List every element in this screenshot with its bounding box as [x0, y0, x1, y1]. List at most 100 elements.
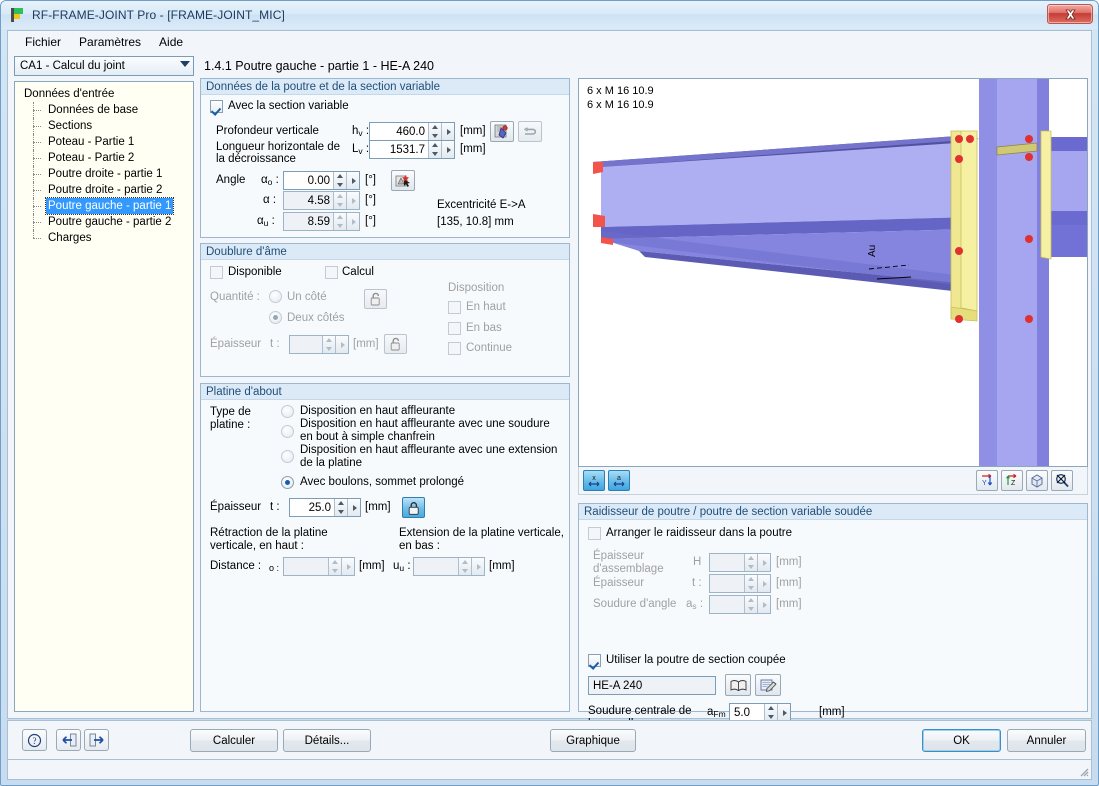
- field-depth[interactable]: 460.0: [369, 122, 455, 141]
- viewport-toolbar: x a Y: [578, 467, 1088, 495]
- spinner-angle: [333, 192, 346, 209]
- calculate-button[interactable]: Calculer: [190, 729, 278, 752]
- label-distance: Distance :: [210, 560, 261, 572]
- spinner-depth[interactable]: [428, 123, 441, 140]
- locked-padlock-icon[interactable]: [402, 497, 425, 518]
- viewport-3d[interactable]: 6 x M 16 10.9 6 x M 16 10.9 Au: [578, 78, 1088, 467]
- subscript-u: u: [399, 563, 404, 573]
- load-case-combo[interactable]: CA1 - Calcul du joint: [14, 56, 194, 76]
- checkbox-web-calcul[interactable]: [325, 266, 338, 279]
- spinner-center-weld[interactable]: [764, 704, 777, 721]
- view-a-icon[interactable]: a: [608, 470, 630, 491]
- sidebar-item-charges[interactable]: Charges: [21, 230, 193, 246]
- unlocked-padlock-icon[interactable]: [364, 289, 387, 309]
- checkbox-arrange-stiffener[interactable]: [588, 527, 601, 540]
- pick-from-model-icon[interactable]: [391, 170, 415, 191]
- radio-plate-option-3[interactable]: [281, 450, 294, 463]
- field-plate-thickness[interactable]: 25.0: [289, 498, 361, 517]
- subscript-o: o: [268, 177, 273, 187]
- navigation-tree[interactable]: Données d'entrée Données de base Section…: [14, 81, 194, 712]
- more-web-thickness: [335, 336, 348, 353]
- library-book-icon[interactable]: [725, 674, 751, 696]
- previous-arrow-icon[interactable]: [56, 729, 81, 751]
- field-angle-u-value: 8.59: [284, 216, 333, 228]
- label-two-sides: Deux côtés: [287, 312, 345, 324]
- axis-z-icon[interactable]: Z: [1001, 470, 1023, 491]
- tree-item-label: Poteau - Partie 2: [46, 150, 136, 166]
- group-web-doubler: Doublure d'âme Disponible Calcul Quantit…: [200, 243, 570, 377]
- unit-haunch-length: [mm]: [460, 143, 486, 155]
- spinner-plate-thickness[interactable]: [334, 499, 347, 516]
- radio-plate-option-4[interactable]: [281, 476, 294, 489]
- field-haunch-length[interactable]: 1531.7: [369, 140, 455, 159]
- checkbox-use-cut-section[interactable]: [588, 654, 601, 667]
- sidebar-item-poteau-partie-1[interactable]: Poteau - Partie 1: [21, 134, 193, 150]
- field-angle-value: 4.58: [284, 195, 333, 207]
- field-angle-o[interactable]: 0.00: [283, 171, 360, 190]
- menu-fichier[interactable]: Fichier: [16, 33, 70, 51]
- next-arrow-icon[interactable]: [84, 729, 109, 751]
- more-plate-thickness[interactable]: [347, 499, 360, 516]
- load-case-combo-value: CA1 - Calcul du joint: [20, 60, 125, 72]
- sidebar-item-poutre-droite-partie-1[interactable]: Poutre droite - partie 1: [21, 166, 193, 182]
- status-bar: [7, 760, 1092, 780]
- symbol-alpha: α :: [263, 194, 276, 206]
- radio-plate-option-1[interactable]: [281, 405, 294, 418]
- section-properties-icon[interactable]: [490, 121, 514, 142]
- sidebar-item-sections[interactable]: Sections: [21, 118, 193, 134]
- cancel-button[interactable]: Annuler: [1007, 729, 1086, 752]
- tree-root-node[interactable]: Données d'entrée: [21, 86, 193, 102]
- spinner-haunch-length[interactable]: [428, 141, 441, 158]
- field-section-name[interactable]: HE-A 240: [588, 676, 716, 695]
- axis-y-icon[interactable]: Y: [976, 470, 998, 491]
- svg-text:?: ?: [33, 736, 37, 746]
- svg-text:Z: Z: [1011, 480, 1016, 487]
- more-distance-o: [341, 558, 354, 575]
- unlocked-padlock-icon-2[interactable]: [384, 334, 407, 354]
- help-question-icon[interactable]: ?: [22, 729, 47, 751]
- edit-section-icon[interactable]: [755, 674, 781, 696]
- more-haunch-length[interactable]: [441, 141, 454, 158]
- ok-button[interactable]: OK: [922, 729, 1001, 752]
- checkbox-continue[interactable]: [448, 342, 461, 355]
- sidebar-item-poutre-gauche-partie-2[interactable]: Poutre gauche - partie 2: [21, 214, 193, 230]
- menu-parametres[interactable]: Paramètres: [70, 33, 150, 51]
- label-plate-option-1: Disposition en haut affleurante: [300, 405, 455, 417]
- cube-view-icon[interactable]: [1026, 470, 1048, 491]
- link-icon[interactable]: [518, 121, 542, 142]
- details-button[interactable]: Détails...: [283, 729, 371, 752]
- checkbox-en-bas[interactable]: [448, 322, 461, 335]
- unit-angle-o: [°]: [365, 174, 376, 186]
- menu-aide[interactable]: Aide: [150, 33, 192, 51]
- sidebar-item-donnees-de-base[interactable]: Données de base: [21, 102, 193, 118]
- joint-3d-render: [579, 79, 1087, 466]
- symbol-distance-u: uu :: [393, 560, 411, 573]
- symbol-stiffener-thickness: t :: [692, 577, 702, 589]
- sidebar-item-poutre-gauche-partie-1[interactable]: Poutre gauche - partie 1: [21, 198, 193, 214]
- more-depth[interactable]: [441, 123, 454, 140]
- sidebar-item-poutre-droite-partie-2[interactable]: Poutre droite - partie 2: [21, 182, 193, 198]
- radio-plate-option-2[interactable]: [281, 425, 294, 438]
- graphic-button[interactable]: Graphique: [550, 729, 636, 752]
- zoom-reset-icon[interactable]: [1051, 470, 1073, 491]
- checkbox-web-available[interactable]: [210, 266, 223, 279]
- sidebar-item-poteau-partie-2[interactable]: Poteau - Partie 2: [21, 150, 193, 166]
- radio-one-side[interactable]: [269, 290, 282, 303]
- unit-angle: [°]: [365, 194, 376, 206]
- resize-grip-icon: [1077, 765, 1089, 777]
- close-button[interactable]: [1047, 4, 1093, 24]
- checkbox-with-variable-section[interactable]: [210, 100, 223, 113]
- label-type-platine-1: Type de: [210, 406, 251, 418]
- more-center-weld[interactable]: [777, 704, 790, 721]
- tree-item-label: Poutre gauche - partie 2: [46, 214, 173, 230]
- footer-bar: ? Calculer Détails... Graphique OK Annul…: [7, 720, 1092, 760]
- view-x-icon[interactable]: x: [583, 470, 605, 491]
- checkbox-en-haut[interactable]: [448, 301, 461, 314]
- more-angle-u: [346, 213, 359, 230]
- field-assembly-thickness: [709, 553, 771, 572]
- spinner-angle-o[interactable]: [333, 172, 346, 189]
- viewport-annotation-2: 6 x M 16 10.9: [587, 99, 654, 111]
- field-angle-u: 8.59: [283, 212, 360, 231]
- radio-two-sides[interactable]: [269, 311, 282, 324]
- more-angle-o[interactable]: [346, 172, 359, 189]
